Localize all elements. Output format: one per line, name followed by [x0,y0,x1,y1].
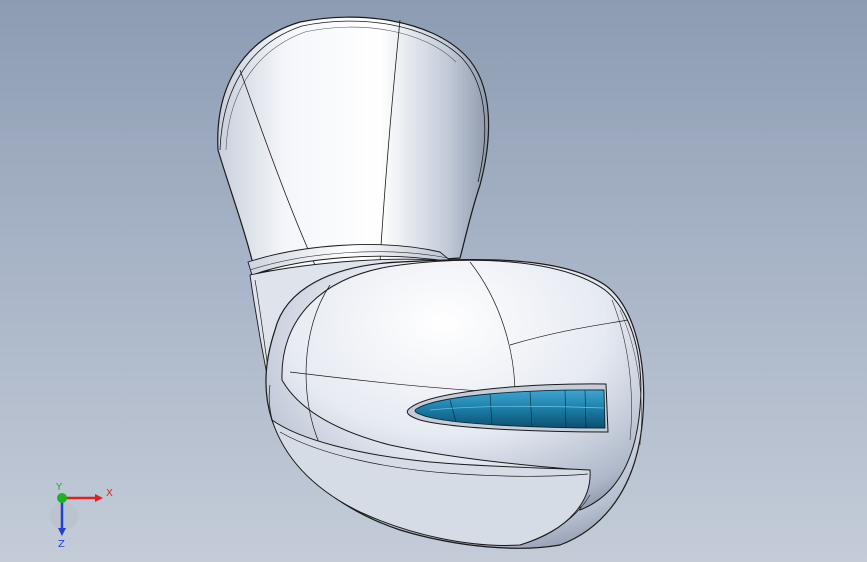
triad-shadow-icon [50,502,78,530]
upper-cup[interactable] [217,16,490,276]
y-axis-label: Y [55,482,63,493]
x-axis-arrowhead-icon [95,494,103,502]
graphics-viewport[interactable]: X Y Z [0,0,867,562]
elbow-model[interactable] [0,0,867,562]
y-axis-dot-icon [57,493,67,503]
z-axis-arrowhead-icon [58,528,66,536]
axis-triad: X Y Z [50,482,113,550]
z-axis-label: Z [58,539,65,550]
x-axis-label: X [106,488,113,499]
